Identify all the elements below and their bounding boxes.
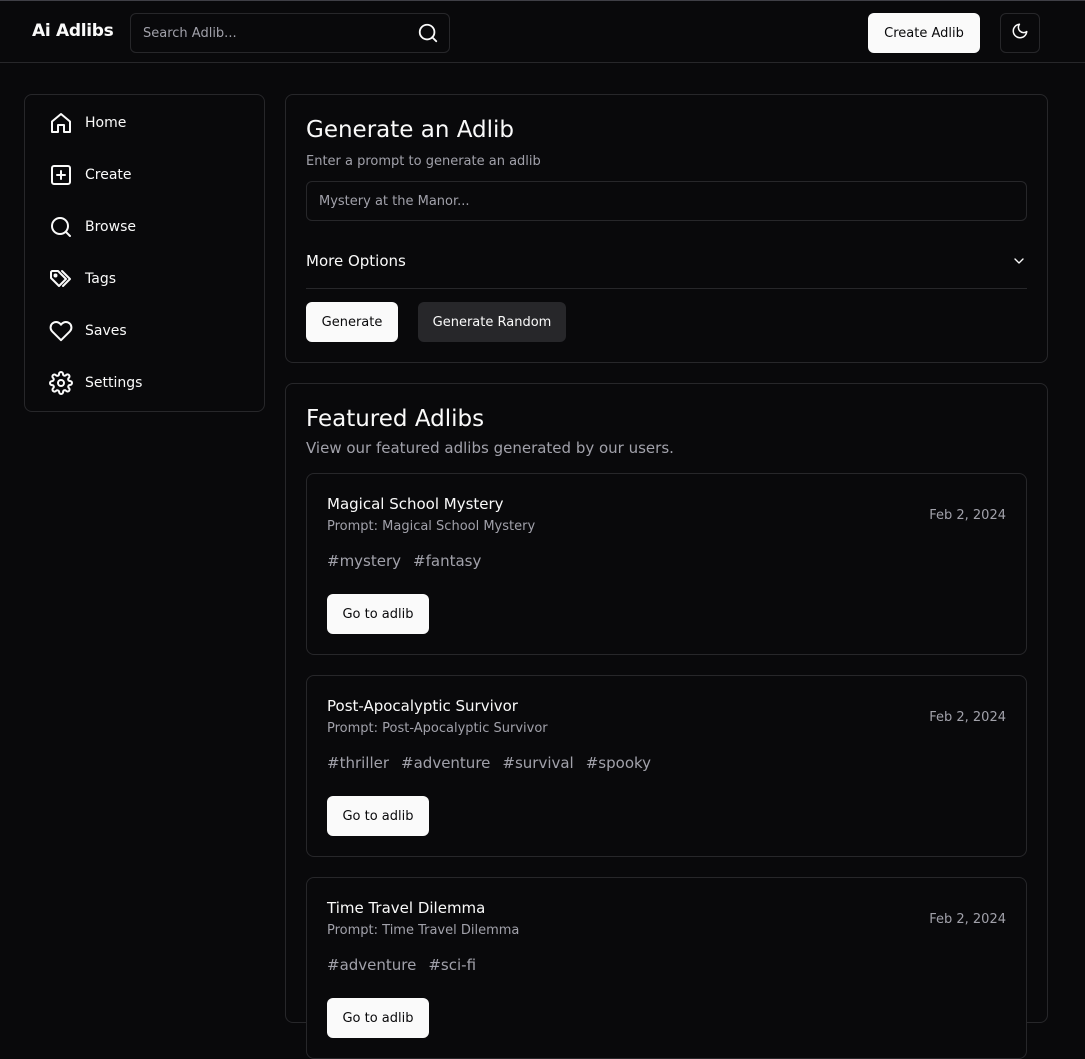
adlib-tags: #adventure #sci-fi [327, 956, 476, 974]
sidebar-item-home[interactable]: Home [49, 109, 126, 137]
featured-title: Featured Adlibs [306, 406, 485, 432]
gear-icon [49, 371, 73, 395]
tag[interactable]: #adventure [401, 754, 490, 772]
heart-icon [49, 319, 73, 343]
generate-subtitle: Enter a prompt to generate an adlib [306, 154, 541, 169]
sidebar-item-tags[interactable]: Tags [49, 265, 116, 293]
tag[interactable]: #sci-fi [428, 956, 476, 974]
sidebar-item-label: Home [85, 115, 127, 131]
search-icon [49, 215, 73, 239]
adlib-title: Time Travel Dilemma [327, 899, 486, 917]
tag[interactable]: #thriller [327, 754, 389, 772]
sidebar-item-label: Create [85, 167, 132, 183]
search-input[interactable] [131, 14, 411, 52]
sidebar-item-create[interactable]: Create [49, 161, 132, 189]
chevron-down-icon [1011, 253, 1027, 273]
featured-card: Featured Adlibs View our featured adlibs… [285, 383, 1048, 1059]
generate-card: Generate an Adlib Enter a prompt to gene… [285, 94, 1048, 363]
adlib-prompt: Prompt: Time Travel Dilemma [327, 923, 520, 938]
adlib-date: Feb 2, 2024 [929, 912, 1006, 927]
go-to-adlib-button[interactable]: Go to adlib [327, 998, 429, 1038]
go-to-adlib-button[interactable]: Go to adlib [327, 796, 429, 836]
adlib-tags: #thriller #adventure #survival #spooky [327, 754, 651, 772]
more-options-label: More Options [306, 252, 406, 270]
go-to-adlib-button[interactable]: Go to adlib [327, 594, 429, 634]
sidebar-item-saves[interactable]: Saves [49, 317, 127, 345]
generate-title: Generate an Adlib [306, 117, 515, 143]
theme-toggle-button[interactable] [1000, 13, 1040, 53]
tag[interactable]: #spooky [586, 754, 651, 772]
adlib-card: Magical School Mystery Prompt: Magical S… [306, 473, 1027, 655]
sidebar-item-label: Browse [85, 219, 136, 235]
top-navbar: Ai Adlibs Create Adlib [0, 0, 1085, 63]
moon-icon [1011, 22, 1029, 44]
prompt-input[interactable] [306, 181, 1027, 221]
plus-square-icon [49, 163, 73, 187]
app-logo[interactable]: Ai Adlibs [32, 21, 114, 41]
sidebar-item-label: Settings [85, 375, 143, 391]
search-box[interactable] [130, 13, 450, 53]
adlib-card: Post-Apocalyptic Survivor Prompt: Post-A… [306, 675, 1027, 857]
sidebar-item-label: Saves [85, 323, 127, 339]
sidebar: Home Create Browse Tags Saves Settings [24, 94, 265, 412]
featured-subtitle: View our featured adlibs generated by ou… [306, 439, 674, 457]
adlib-card: Time Travel Dilemma Prompt: Time Travel … [306, 877, 1027, 1059]
tag[interactable]: #adventure [327, 956, 416, 974]
adlib-tags: #mystery #fantasy [327, 552, 481, 570]
adlib-prompt: Prompt: Magical School Mystery [327, 519, 536, 534]
generate-random-button[interactable]: Generate Random [418, 302, 566, 342]
adlib-date: Feb 2, 2024 [929, 710, 1006, 725]
create-adlib-button[interactable]: Create Adlib [868, 13, 980, 53]
adlib-prompt: Prompt: Post-Apocalyptic Survivor [327, 721, 548, 736]
adlib-title: Magical School Mystery [327, 495, 504, 513]
sidebar-item-settings[interactable]: Settings [49, 369, 142, 397]
search-icon[interactable] [417, 22, 439, 48]
tags-icon [49, 267, 73, 291]
generate-button[interactable]: Generate [306, 302, 398, 342]
tag[interactable]: #fantasy [413, 552, 481, 570]
sidebar-item-browse[interactable]: Browse [49, 213, 136, 241]
adlib-title: Post-Apocalyptic Survivor [327, 697, 518, 715]
adlib-date: Feb 2, 2024 [929, 508, 1006, 523]
more-options-toggle[interactable]: More Options [306, 241, 1027, 289]
tag[interactable]: #mystery [327, 552, 401, 570]
sidebar-item-label: Tags [85, 271, 116, 287]
home-icon [49, 111, 73, 135]
tag[interactable]: #survival [502, 754, 573, 772]
